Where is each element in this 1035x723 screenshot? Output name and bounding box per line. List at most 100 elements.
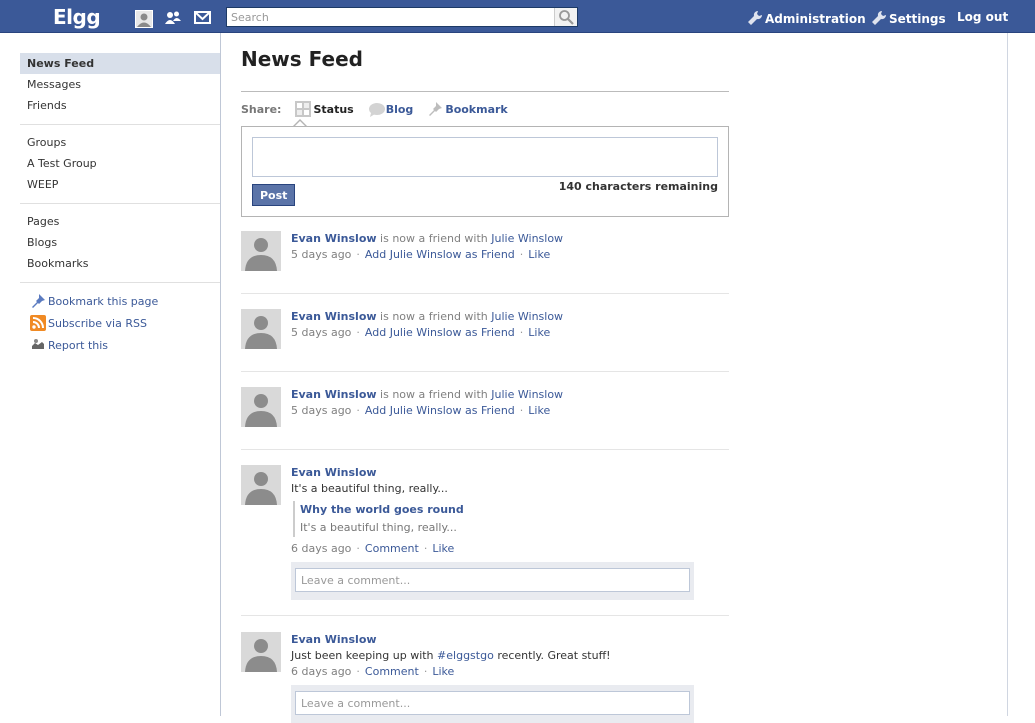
search-input[interactable] xyxy=(231,9,551,25)
sidebar: News Feed Messages Friends Groups A Test… xyxy=(20,53,220,356)
avatar[interactable] xyxy=(241,231,281,271)
avatar[interactable] xyxy=(241,632,281,672)
report-icon xyxy=(30,337,46,353)
settings-link[interactable]: Settings xyxy=(871,10,946,26)
feed-item-body: Evan Winslow is now a friend with Julie … xyxy=(291,231,729,263)
avatar[interactable] xyxy=(241,309,281,349)
administration-label: Administration xyxy=(765,12,866,26)
sidebar-item-pages[interactable]: Pages xyxy=(20,211,220,232)
like-link[interactable]: Like xyxy=(432,542,454,555)
right-divider xyxy=(1007,33,1008,716)
sidebar-item-messages[interactable]: Messages xyxy=(20,74,220,95)
comment-link[interactable]: Comment xyxy=(365,542,419,555)
tab-blog-label: Blog xyxy=(385,102,414,116)
timestamp: 5 days ago xyxy=(291,248,352,261)
target-link[interactable]: Julie Winslow xyxy=(491,232,563,245)
actor-link[interactable]: Evan Winslow xyxy=(291,632,729,648)
post-button[interactable]: Post xyxy=(252,184,296,206)
avatar[interactable] xyxy=(241,387,281,427)
feed-item: Evan Winslow is now a friend with Julie … xyxy=(241,231,729,294)
target-link[interactable]: Julie Winslow xyxy=(491,310,563,323)
status-icon xyxy=(295,101,312,117)
blog-title-link[interactable]: Why the world goes round xyxy=(300,501,729,519)
sidebar-item-test-group[interactable]: A Test Group xyxy=(20,153,220,174)
share-tabs: Share: Status Blog Bookmark xyxy=(241,99,522,119)
tab-status[interactable]: Status xyxy=(295,101,354,117)
tab-status-label: Status xyxy=(313,102,354,116)
like-link[interactable]: Like xyxy=(528,248,550,261)
feed-item: Evan Winslow is now a friend with Julie … xyxy=(241,309,729,372)
separator: · xyxy=(356,326,360,339)
comment-box xyxy=(291,685,694,723)
target-link[interactable]: Julie Winslow xyxy=(491,388,563,401)
share-label: Share: xyxy=(241,102,282,116)
comment-input[interactable] xyxy=(295,568,690,592)
actor-link[interactable]: Evan Winslow xyxy=(291,232,377,245)
feed-item: Evan Winslow is now a friend with Julie … xyxy=(241,387,729,450)
tab-bookmark-label: Bookmark xyxy=(445,102,508,116)
sidebar-item-blogs[interactable]: Blogs xyxy=(20,232,220,253)
report-label: Report this xyxy=(48,338,109,352)
separator: · xyxy=(356,404,360,417)
report-link[interactable]: Report this xyxy=(20,334,220,356)
separator: · xyxy=(356,248,360,261)
characters-remaining: 140 characters remaining xyxy=(558,180,718,193)
sidebar-divider xyxy=(20,203,220,204)
add-friend-link[interactable]: Add Julie Winslow as Friend xyxy=(365,326,515,339)
activity-text: is now a friend with xyxy=(380,310,488,323)
sidebar-item-bookmarks[interactable]: Bookmarks xyxy=(20,253,220,274)
actor-link[interactable]: Evan Winslow xyxy=(291,388,377,401)
separator: · xyxy=(519,248,524,261)
settings-label: Settings xyxy=(889,12,946,26)
comment-input[interactable] xyxy=(295,691,690,715)
separator: · xyxy=(356,542,360,555)
site-logo[interactable]: Elgg xyxy=(53,5,101,29)
friends-icon[interactable] xyxy=(164,10,182,26)
actor-link[interactable]: Evan Winslow xyxy=(291,310,377,323)
comment-box xyxy=(291,562,694,600)
like-link[interactable]: Like xyxy=(432,665,454,678)
activity-text: is now a friend with xyxy=(380,232,488,245)
profile-icon[interactable] xyxy=(135,10,153,28)
separator: · xyxy=(423,542,428,555)
status-textarea[interactable] xyxy=(252,137,718,177)
activity-text: is now a friend with xyxy=(380,388,488,401)
messages-icon[interactable] xyxy=(194,10,212,26)
hashtag-link[interactable]: #elggstgo xyxy=(437,649,494,662)
speech-bubble-icon xyxy=(368,101,385,117)
separator: · xyxy=(356,665,360,678)
sidebar-item-weep[interactable]: WEEP xyxy=(20,174,220,195)
administration-link[interactable]: Administration xyxy=(747,10,866,26)
like-link[interactable]: Like xyxy=(528,404,550,417)
sidebar-divider xyxy=(20,124,220,125)
sidebar-item-groups[interactable]: Groups xyxy=(20,132,220,153)
actor-link[interactable]: Evan Winslow xyxy=(291,465,729,481)
rss-link[interactable]: Subscribe via RSS xyxy=(20,312,220,334)
wrench-icon xyxy=(872,10,887,25)
status-message: It's a beautiful thing, really... xyxy=(291,482,448,495)
sidebar-item-news-feed[interactable]: News Feed xyxy=(20,53,220,74)
separator: · xyxy=(519,326,524,339)
feed-item-body: Evan Winslow is now a friend with Julie … xyxy=(291,387,729,419)
status-composer: 140 characters remaining Post xyxy=(241,126,729,217)
separator: · xyxy=(423,665,428,678)
bookmark-page-label: Bookmark this page xyxy=(48,294,159,308)
comment-link[interactable]: Comment xyxy=(365,665,419,678)
tab-bookmark[interactable]: Bookmark xyxy=(427,101,508,117)
add-friend-link[interactable]: Add Julie Winslow as Friend xyxy=(365,404,515,417)
search-button[interactable] xyxy=(554,8,577,26)
timestamp: 5 days ago xyxy=(291,326,352,339)
avatar[interactable] xyxy=(241,465,281,505)
share-divider xyxy=(241,91,729,92)
bookmark-page-link[interactable]: Bookmark this page xyxy=(20,290,220,312)
tab-blog[interactable]: Blog xyxy=(368,101,414,117)
sidebar-item-friends[interactable]: Friends xyxy=(20,95,220,116)
logout-link[interactable]: Log out xyxy=(957,10,1008,24)
page-title: News Feed xyxy=(241,47,363,71)
add-friend-link[interactable]: Add Julie Winslow as Friend xyxy=(365,248,515,261)
like-link[interactable]: Like xyxy=(528,326,550,339)
feed-item: Evan Winslow Just been keeping up with #… xyxy=(241,632,729,723)
separator: · xyxy=(519,404,524,417)
blog-excerpt: It's a beautiful thing, really... xyxy=(300,521,457,534)
status-message-end: recently. Great stuff! xyxy=(497,649,611,662)
